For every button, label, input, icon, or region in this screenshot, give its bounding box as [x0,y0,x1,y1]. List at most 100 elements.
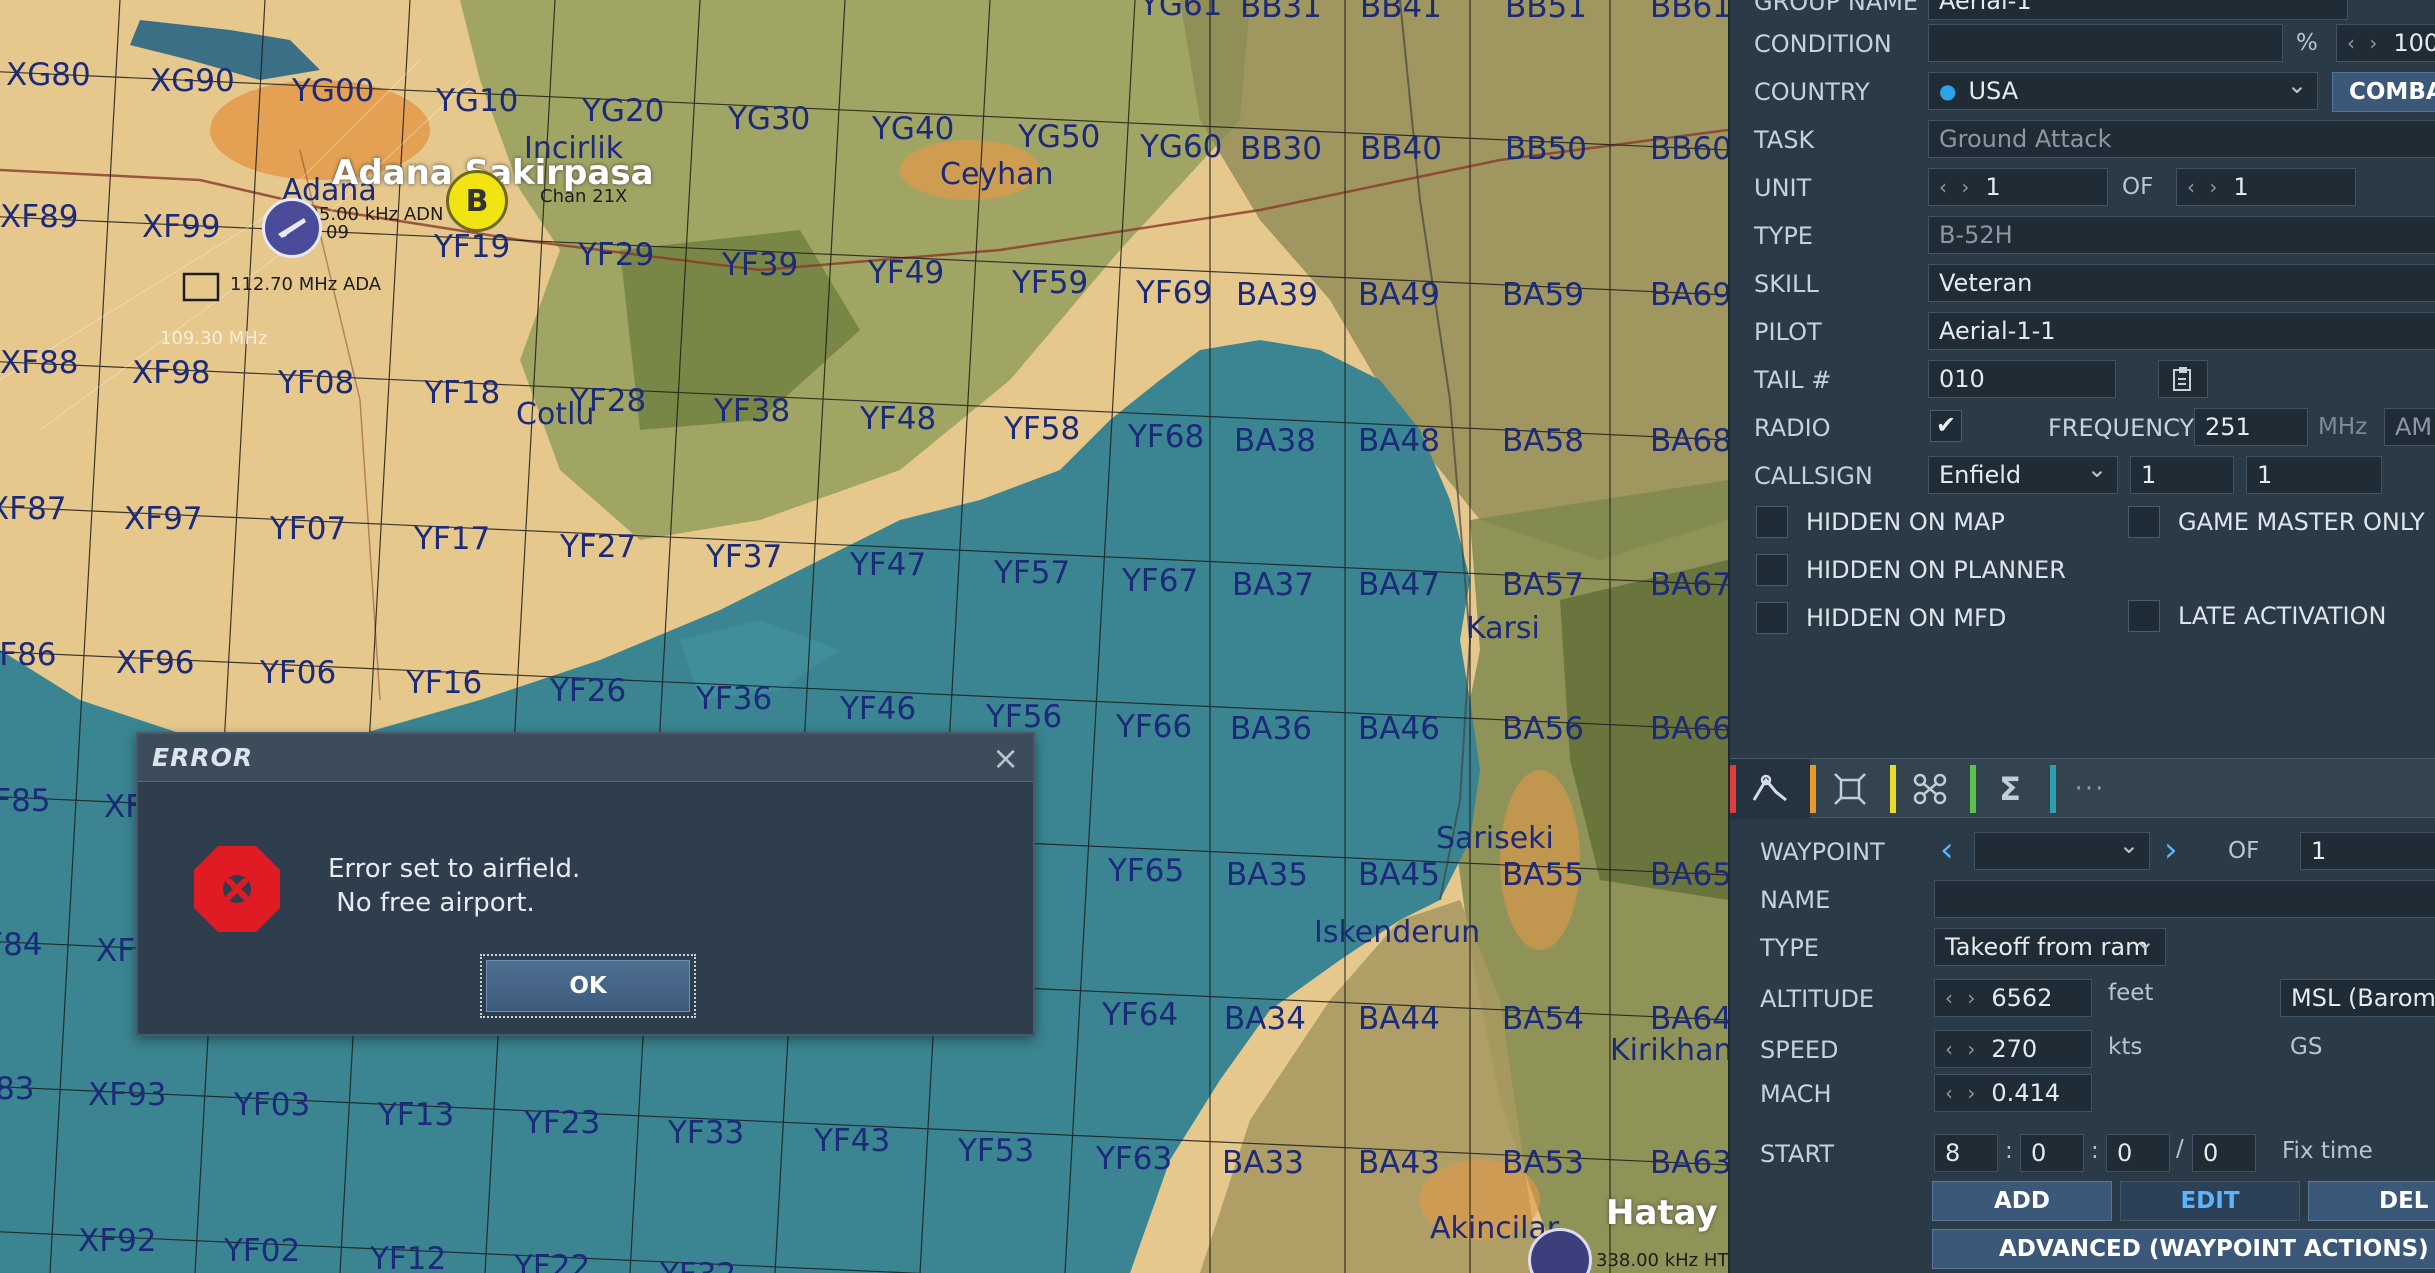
map-grid-label: YF47 [850,547,927,583]
callsign-number-1[interactable]: 1 [2130,456,2234,494]
modulation-select[interactable]: AM [2384,408,2435,446]
task-select[interactable]: Ground Attack [1928,120,2435,158]
stepper-arrows-icon[interactable]: ‹ › [1939,175,1973,199]
map-grid-label: YF19 [434,229,511,265]
condition-stepper[interactable]: ‹ › 100 [2336,24,2435,62]
map-grid-label: YF59 [1012,265,1089,301]
unit-total-stepper[interactable]: ‹ › 1 [2176,168,2356,206]
map-grid-label: BB50 [1505,131,1587,167]
start-hour-input[interactable]: 0 [2020,1134,2084,1172]
waypoint-next-icon[interactable]: › [2164,830,2178,870]
wp-type-select[interactable]: Takeoff from ram [1934,928,2166,966]
map-grid-label: BA49 [1358,277,1440,313]
advanced-waypoint-actions-button[interactable]: ADVANCED (WAYPOINT ACTIONS) [1932,1229,2435,1269]
start-colon-2: : [2091,1138,2099,1164]
error-message: Error set to airfield. No free airport. [328,854,581,918]
ok-button-focus-ring: OK [480,954,696,1018]
mach-stepper[interactable]: ‹ › 0.414 [1934,1074,2092,1112]
wp-name-input[interactable] [1934,880,2435,918]
tab-more[interactable]: ··· [2050,759,2130,819]
panel-tab-bar: Σ ··· [1730,758,2435,819]
map-grid-label: BA46 [1358,711,1440,747]
map-grid-label: YF29 [578,237,655,273]
frequency-unit-label: MHz [2318,414,2368,440]
tail-number-input[interactable]: 010 [1928,360,2116,398]
ok-button[interactable]: OK [486,960,690,1012]
map-grid-label: BA48 [1358,423,1440,459]
combined-arms-button[interactable]: COMBA [2332,72,2435,112]
map-town-label: Karsi [1466,611,1540,646]
game-master-only-checkbox[interactable] [2128,506,2160,538]
stepper-arrows-icon[interactable]: ‹ › [2187,175,2221,199]
altitude-stepper[interactable]: ‹ › 6562 [1934,979,2092,1017]
stepper-arrows-icon[interactable]: ‹ › [2347,31,2381,55]
hidden-on-planner-checkbox[interactable] [1756,554,1788,586]
bullseye-marker[interactable]: B [446,170,508,232]
stepper-arrows-icon[interactable]: ‹ › [1945,1037,1979,1061]
delete-waypoint-button[interactable]: DEL [2308,1181,2435,1221]
map-grid-label: YF49 [868,255,945,291]
map-grid-label: XF89 [0,199,79,235]
map-airbase-label: Hatay [1606,1193,1718,1233]
map-grid-label: YF07 [270,511,347,547]
map-grid-label: BA55 [1502,857,1584,893]
callsign-number-2[interactable]: 1 [2246,456,2382,494]
start-minute-input[interactable]: 0 [2106,1134,2170,1172]
close-icon[interactable]: × [992,742,1019,774]
waypoint-prev-icon[interactable]: ‹ [1940,830,1954,870]
skill-select[interactable]: Veteran [1928,264,2435,302]
late-activation-checkbox[interactable] [2128,600,2160,632]
tail-paste-button[interactable] [2158,360,2208,398]
map-nav-aid-label: 338.00 kHz HTY [1596,1250,1728,1271]
map-grid-label: YF64 [1102,997,1179,1033]
radio-checkbox[interactable] [1930,410,1962,442]
map-grid-label: YF38 [714,393,791,429]
edit-waypoint-button[interactable]: EDIT [2120,1181,2300,1221]
condition-bar[interactable] [1928,24,2283,62]
start-day-input[interactable]: 8 [1934,1134,1998,1172]
pilot-input[interactable]: Aerial-1-1 [1928,312,2435,350]
unit-stepper[interactable]: ‹ › 1 [1928,168,2108,206]
map-grid-label: YF12 [370,1241,447,1273]
hidden-on-map-label: HIDDEN ON MAP [1806,508,2005,536]
callsign-select[interactable]: Enfield [1928,456,2118,494]
tab-payload-stripe [1890,765,1896,813]
hidden-on-map-checkbox[interactable] [1756,506,1788,538]
waypoint-select[interactable] [1974,832,2150,870]
tab-summary[interactable]: Σ [1970,759,2050,819]
map-grid-label: BA68 [1650,423,1728,459]
map-grid-label: XF96 [116,645,195,681]
speed-stepper[interactable]: ‹ › 270 [1934,1030,2092,1068]
country-select[interactable]: ● USA [1928,72,2318,110]
map-grid-label: BA67 [1650,567,1728,603]
type-select[interactable]: B-52H [1928,216,2435,254]
start-second-input[interactable]: 0 [2192,1134,2256,1172]
map-grid-label: YG60 [1140,129,1223,165]
airfield-marker-adana[interactable] [262,198,322,258]
stepper-arrows-icon[interactable]: ‹ › [1945,1081,1979,1105]
tab-payload[interactable] [1890,759,1970,819]
map-grid-label: YF67 [1122,563,1199,599]
hidden-on-mfd-checkbox[interactable] [1756,602,1788,634]
tab-route[interactable] [1730,759,1810,819]
frequency-input[interactable]: 251 [2194,408,2308,446]
map-grid-label: YF68 [1128,419,1205,455]
dialog-titlebar[interactable]: ERROR × [138,734,1033,782]
map-grid-label: BA69 [1650,277,1728,313]
group-name-input[interactable]: Aerial-1 [1928,0,2348,20]
map-grid-label: YF57 [994,555,1071,591]
map-town-label: Sariseki [1436,821,1554,856]
map-grid-label: BA54 [1502,1001,1584,1037]
altitude-reference-select[interactable]: MSL (Barome [2280,979,2435,1017]
target-box-icon [1834,773,1866,805]
tab-triggered-actions[interactable] [1810,759,1890,819]
game-master-only-label: GAME MASTER ONLY [2178,508,2425,536]
map-grid-label: XF92 [78,1223,157,1259]
map-grid-label: YF36 [696,681,773,717]
map-grid-label: BA56 [1502,711,1584,747]
add-waypoint-button[interactable]: ADD [1932,1181,2112,1221]
map-grid-label: BA36 [1230,711,1312,747]
mission-map[interactable]: XG80 XG90 YG00 YG10 YG20 YG30 YG40 YG50 YG60 BB30… [0,0,1728,1273]
stepper-arrows-icon[interactable]: ‹ › [1945,986,1979,1010]
wp-name-label: NAME [1760,886,1831,914]
